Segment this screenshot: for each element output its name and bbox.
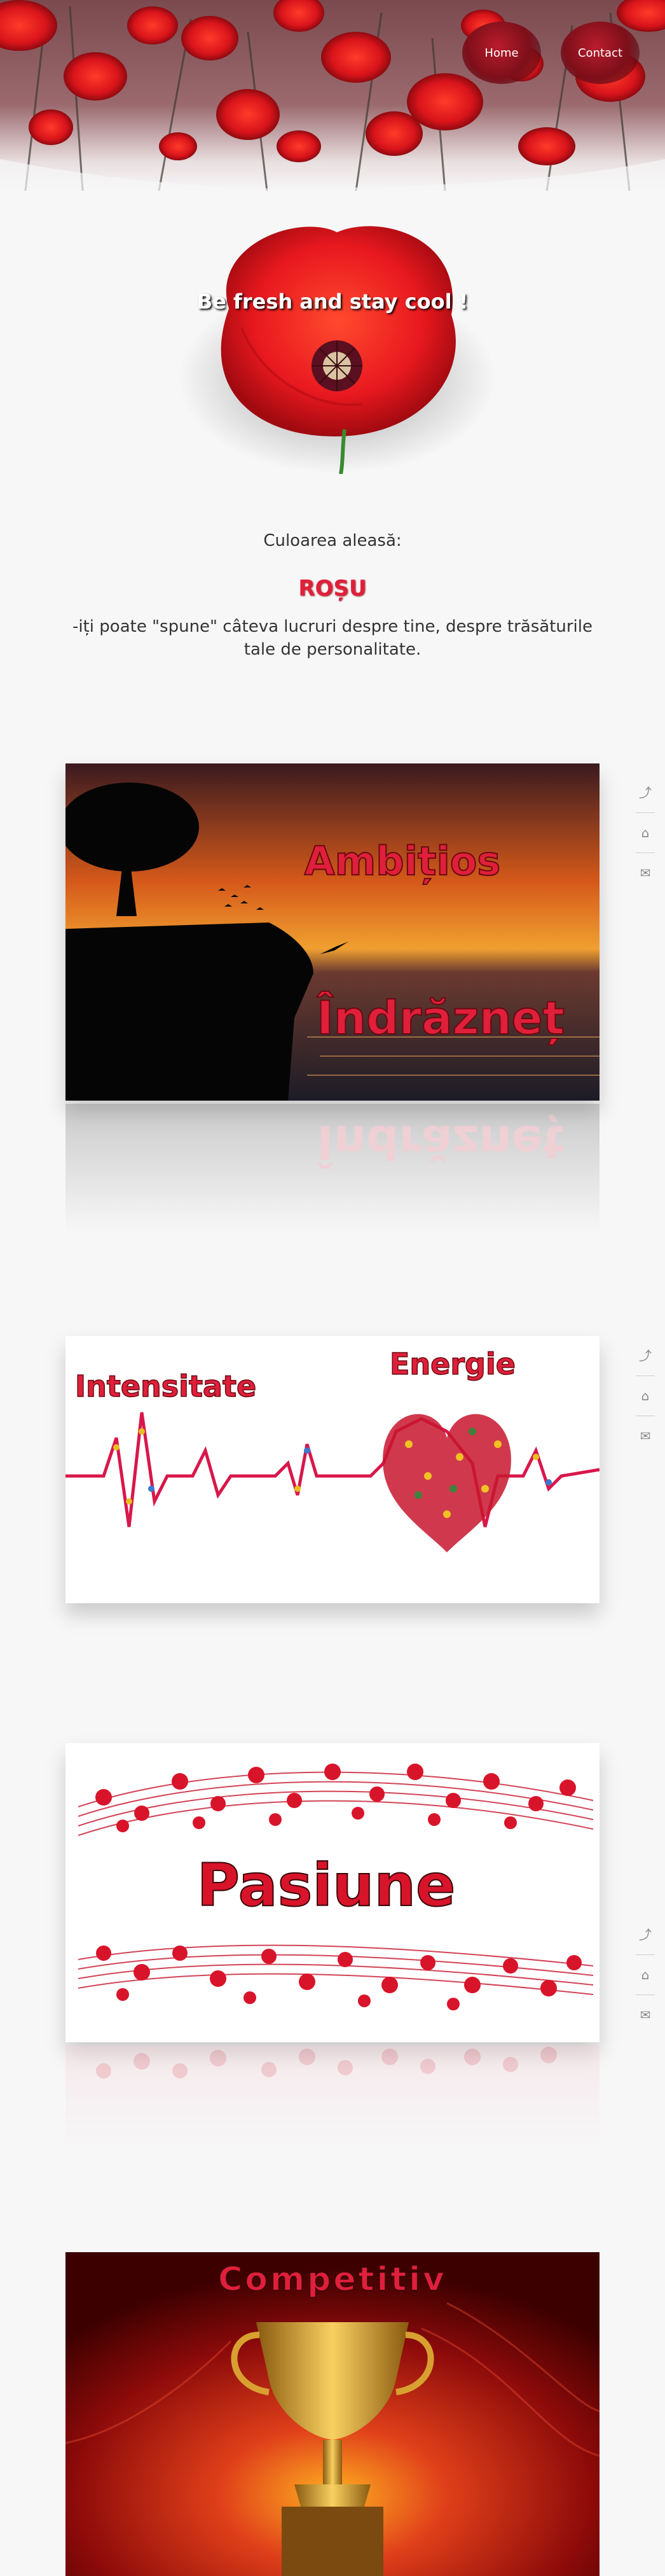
panel-ambitios-reflection: Îndrăzneț — [65, 1104, 600, 1231]
word-energie: Energie — [390, 1347, 516, 1381]
panel-competitiv: Competitiv — [65, 2252, 600, 2576]
share-icon[interactable]: ⤴ — [636, 1336, 655, 1376]
word-competitiv: Competitiv — [218, 2260, 447, 2299]
word-intensitate: Intensitate — [75, 1369, 256, 1403]
home-icon[interactable]: ⌂ — [636, 1955, 655, 1995]
intro-section: Culoarea aleasă: ROȘU -iți poate "spune"… — [0, 531, 665, 661]
side-icons-1: ⤴ ⌂ ✉ — [636, 773, 655, 893]
hero-poppy-image — [172, 219, 502, 475]
panel-pasiune: Pasiune — [65, 1743, 600, 2042]
chosen-color-label: Culoarea aleasă: — [263, 531, 402, 550]
header-banner: Home Contact — [0, 0, 665, 191]
mail-icon[interactable]: ✉ — [636, 1416, 655, 1456]
svg-text:Îndrăzneț: Îndrăzneț — [317, 1115, 565, 1169]
home-icon[interactable]: ⌂ — [636, 813, 655, 853]
panel-energie: Intensitate Energie — [65, 1336, 600, 1603]
panel-ambitios: Ambițios Îndrăzneț — [65, 763, 600, 1101]
panel-pasiune-reflection — [65, 2045, 600, 2147]
nav-contact-button[interactable]: Contact — [561, 22, 640, 84]
share-icon[interactable]: ⤴ — [636, 773, 655, 813]
home-icon[interactable]: ⌂ — [636, 1376, 655, 1416]
word-ambitios: Ambițios — [305, 838, 501, 884]
word-indraznet: Îndrăzneț — [317, 991, 565, 1045]
mail-icon[interactable]: ✉ — [636, 853, 655, 893]
word-pasiune: Pasiune — [197, 1851, 456, 1919]
hero-tagline: Be fresh and stay cool ! — [196, 289, 469, 314]
nav-home-button[interactable]: Home — [462, 22, 541, 84]
chosen-color-name: ROȘU — [298, 576, 367, 601]
side-icons-3: ⤴ ⌂ ✉ — [636, 1915, 655, 2035]
share-icon[interactable]: ⤴ — [636, 1915, 655, 1955]
side-icons-2: ⤴ ⌂ ✉ — [636, 1336, 655, 1456]
mail-icon[interactable]: ✉ — [636, 1995, 655, 2035]
chosen-color-description: -iți poate "spune" câteva lucruri despre… — [72, 617, 593, 659]
